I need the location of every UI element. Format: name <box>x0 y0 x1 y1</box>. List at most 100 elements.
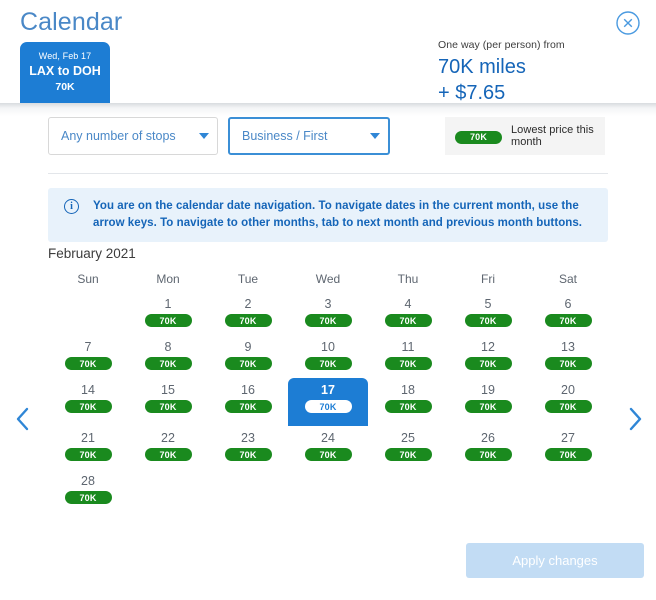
price-summary: One way (per person) from 70K miles + $7… <box>438 38 565 106</box>
calendar-week-row: 21 70K 22 70K 23 70K 24 70K 25 70K 26 70K 27 70K <box>48 426 608 469</box>
calendar-day-22[interactable]: 22 70K <box>128 426 208 469</box>
stops-select[interactable]: Any number of stops <box>48 117 218 155</box>
day-price-badge: 70K <box>384 314 432 327</box>
day-number: 9 <box>244 340 252 354</box>
day-number: 12 <box>481 340 495 354</box>
calendar-day-11[interactable]: 11 70K <box>368 335 448 378</box>
legend-label: Lowest price this month <box>511 124 594 148</box>
calendar-grid: Sun Mon Tue Wed Thu Fri Sat 1 70K 2 70K 3 70K 4 70K 5 7… <box>48 272 608 512</box>
day-number: 16 <box>241 383 255 397</box>
day-number: 27 <box>561 431 575 445</box>
calendar-day-14[interactable]: 14 70K <box>48 378 128 421</box>
calendar-day-13[interactable]: 13 70K <box>528 335 608 378</box>
month-label: February 2021 <box>48 246 136 261</box>
calendar-week-row: 28 70K <box>48 469 608 512</box>
calendar-day-empty <box>48 292 128 335</box>
day-number: 22 <box>161 431 175 445</box>
day-of-week-header: Sun Mon Tue Wed Thu Fri Sat <box>48 272 608 292</box>
chevron-down-icon <box>370 133 380 139</box>
calendar-day-24[interactable]: 24 70K <box>288 426 368 469</box>
chevron-right-icon[interactable] <box>620 402 650 436</box>
day-number: 24 <box>321 431 335 445</box>
day-number: 20 <box>561 383 575 397</box>
day-number: 21 <box>81 431 95 445</box>
day-number: 17 <box>321 383 335 397</box>
calendar-day-27[interactable]: 27 70K <box>528 426 608 469</box>
filter-bar: Any number of stops Business / First 70K… <box>0 117 656 163</box>
day-number: 13 <box>561 340 575 354</box>
day-number: 6 <box>564 297 572 311</box>
calendar-day-8[interactable]: 8 70K <box>128 335 208 378</box>
calendar-day-26[interactable]: 26 70K <box>448 426 528 469</box>
calendar-day-2[interactable]: 2 70K <box>208 292 288 335</box>
day-number: 10 <box>321 340 335 354</box>
selected-flight-card[interactable]: Wed, Feb 17 LAX to DOH 70K <box>20 42 110 103</box>
calendar-day-25[interactable]: 25 70K <box>368 426 448 469</box>
calendar-week-row: 1 70K 2 70K 3 70K 4 70K 5 70K 6 70K <box>48 292 608 335</box>
chevron-down-icon <box>199 133 209 139</box>
day-price-badge: 70K <box>384 448 432 461</box>
calendar-day-16[interactable]: 16 70K <box>208 378 288 421</box>
day-price-badge: 70K <box>64 357 112 370</box>
calendar-day-empty <box>448 469 528 512</box>
day-number: 3 <box>324 297 332 311</box>
flight-card-miles: 70K <box>55 81 75 93</box>
apply-changes-button[interactable]: Apply changes <box>466 543 644 578</box>
day-of-week-tue: Tue <box>237 272 259 286</box>
calendar-day-6[interactable]: 6 70K <box>528 292 608 335</box>
flight-card-route: LAX to DOH <box>29 64 101 78</box>
info-banner-text: You are on the calendar date navigation.… <box>93 200 583 229</box>
calendar-day-28[interactable]: 28 70K <box>48 469 128 512</box>
day-price-badge: 70K <box>224 357 272 370</box>
legend-price-badge: 70K <box>455 130 502 144</box>
calendar-day-18[interactable]: 18 70K <box>368 378 448 421</box>
price-label: One way (per person) from <box>438 39 565 51</box>
day-number: 28 <box>81 474 95 488</box>
page-title: Calendar <box>20 8 123 36</box>
day-number: 8 <box>164 340 172 354</box>
chevron-left-icon[interactable] <box>8 402 38 436</box>
calendar-day-21[interactable]: 21 70K <box>48 426 128 469</box>
calendar-day-1[interactable]: 1 70K <box>128 292 208 335</box>
day-price-badge: 70K <box>384 400 432 413</box>
day-of-week-wed: Wed <box>315 272 341 286</box>
calendar-day-10[interactable]: 10 70K <box>288 335 368 378</box>
day-price-badge: 70K <box>224 400 272 413</box>
calendar-day-5[interactable]: 5 70K <box>448 292 528 335</box>
cabin-select[interactable]: Business / First <box>228 117 390 155</box>
calendar-day-12[interactable]: 12 70K <box>448 335 528 378</box>
day-price-badge: 70K <box>304 357 352 370</box>
day-price-badge: 70K <box>224 314 272 327</box>
day-number: 19 <box>481 383 495 397</box>
calendar-day-empty <box>288 469 368 512</box>
day-of-week-sun: Sun <box>77 272 99 286</box>
day-price-badge: 70K <box>464 400 512 413</box>
calendar-day-3[interactable]: 3 70K <box>288 292 368 335</box>
day-price-badge: 70K <box>224 448 272 461</box>
day-price-badge: 70K <box>384 357 432 370</box>
calendar-day-7[interactable]: 7 70K <box>48 335 128 378</box>
day-of-week-fri: Fri <box>481 272 495 286</box>
day-price-badge: 70K <box>304 314 352 327</box>
calendar-day-15[interactable]: 15 70K <box>128 378 208 421</box>
lowest-price-legend: 70K Lowest price this month <box>445 117 605 155</box>
calendar-day-20[interactable]: 20 70K <box>528 378 608 421</box>
calendar-day-17[interactable]: 17 70K <box>288 378 368 426</box>
calendar-day-23[interactable]: 23 70K <box>208 426 288 469</box>
calendar-day-19[interactable]: 19 70K <box>448 378 528 421</box>
day-number: 7 <box>84 340 92 354</box>
close-circle-icon[interactable] <box>615 10 641 36</box>
calendar-day-9[interactable]: 9 70K <box>208 335 288 378</box>
day-number: 26 <box>481 431 495 445</box>
calendar-dialog: Calendar Wed, Feb 17 LAX to DOH 70K One … <box>0 0 656 600</box>
info-icon: i <box>64 199 79 214</box>
day-number: 25 <box>401 431 415 445</box>
day-price-badge: 70K <box>64 491 112 504</box>
calendar-day-empty <box>368 469 448 512</box>
day-price-badge: 70K <box>544 448 592 461</box>
price-miles: 70K miles <box>438 56 526 78</box>
day-price-badge: 70K <box>144 357 192 370</box>
accessibility-info-banner: i You are on the calendar date navigatio… <box>48 188 608 242</box>
day-price-badge: 70K <box>64 448 112 461</box>
calendar-day-4[interactable]: 4 70K <box>368 292 448 335</box>
